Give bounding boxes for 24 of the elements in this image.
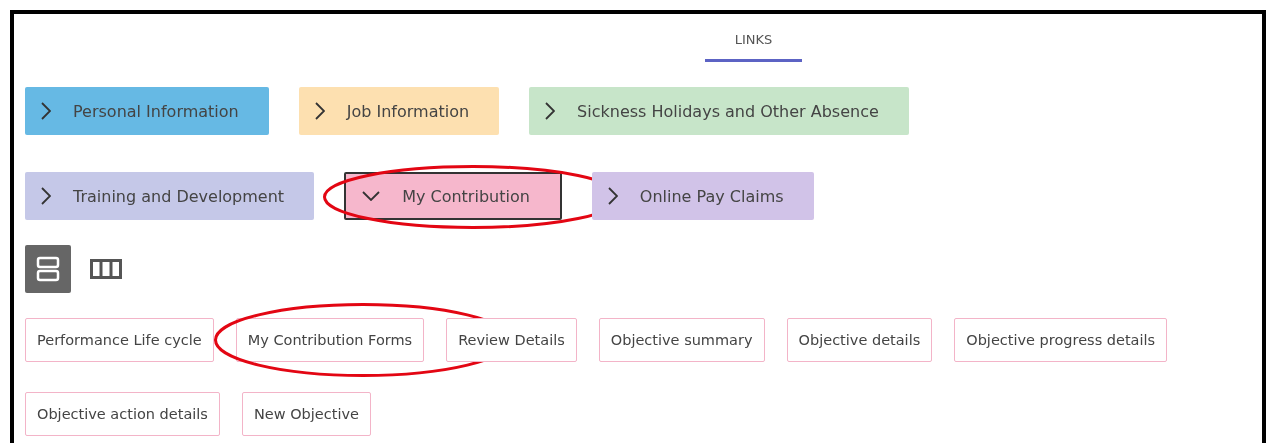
chevron-down-icon bbox=[362, 191, 381, 201]
link-button[interactable]: Objective action details bbox=[25, 392, 220, 436]
columns-icon bbox=[90, 259, 122, 279]
section-button[interactable]: Job Information bbox=[298, 87, 500, 135]
link-button[interactable]: Objective details bbox=[786, 318, 933, 362]
chevron-right-icon bbox=[545, 102, 556, 120]
link-button[interactable]: Objective summary bbox=[598, 318, 765, 362]
link-button[interactable]: My Contribution Forms bbox=[235, 318, 425, 362]
link-button[interactable]: Objective progress details bbox=[954, 318, 1168, 362]
section-button[interactable]: Training and Development bbox=[25, 172, 315, 220]
section-button[interactable]: Personal Information bbox=[25, 87, 269, 135]
chevron-right-icon bbox=[41, 102, 51, 120]
section-button[interactable]: Online Pay Claims bbox=[591, 172, 814, 220]
tab[interactable]: LINKS bbox=[704, 24, 803, 62]
rows-view-button[interactable] bbox=[25, 245, 71, 293]
section-button[interactable]: Sickness Holidays and Other Absence bbox=[529, 87, 909, 135]
chevron-right-icon bbox=[41, 187, 51, 205]
link-button[interactable]: Performance Life cycle bbox=[25, 318, 214, 362]
rows-icon bbox=[36, 256, 60, 282]
chevron-right-icon bbox=[314, 102, 325, 120]
section-button[interactable]: My Contribution bbox=[344, 172, 562, 220]
chevron-right-icon bbox=[607, 187, 618, 205]
link-button[interactable]: Review Details bbox=[446, 318, 577, 362]
link-button[interactable]: New Objective bbox=[241, 392, 371, 436]
